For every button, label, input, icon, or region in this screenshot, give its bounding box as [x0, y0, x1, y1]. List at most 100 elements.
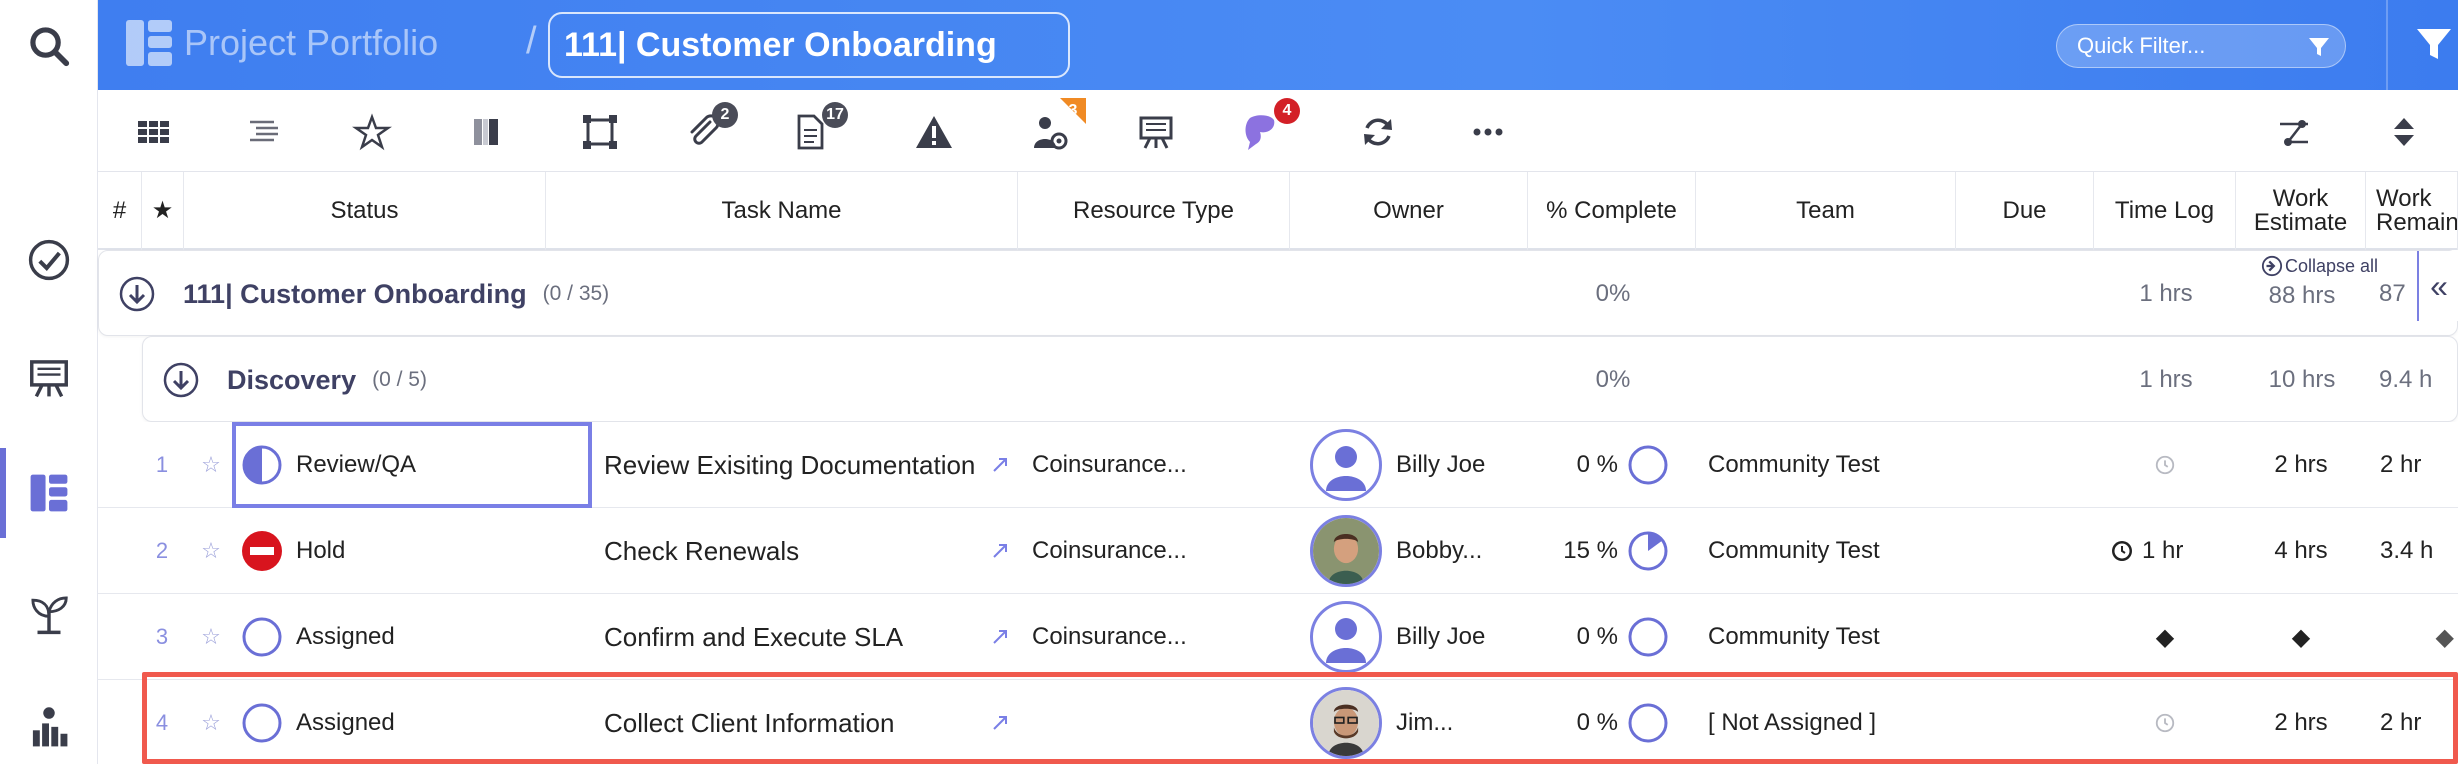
- table-row[interactable]: 3 ☆ Assigned Confirm and Execute SLA Coi…: [98, 594, 2458, 680]
- work-remaining[interactable]: 2 hr: [2366, 422, 2458, 508]
- expand-task-icon[interactable]: [990, 594, 1018, 680]
- group-pct: 0%: [1595, 366, 1631, 393]
- team-name[interactable]: [ Not Assigned ]: [1708, 680, 1956, 764]
- owner-cell[interactable]: Billy Joe: [1310, 594, 1528, 680]
- warning-icon[interactable]: [910, 108, 958, 156]
- time-log-marker[interactable]: ◆: [2094, 594, 2236, 680]
- filter-icon[interactable]: [2414, 24, 2454, 64]
- more-options-icon[interactable]: [1464, 108, 1512, 156]
- work-estimate[interactable]: 2 hrs: [2236, 680, 2366, 764]
- time-log-clock-icon[interactable]: [2094, 422, 2236, 508]
- refresh-icon[interactable]: [1354, 108, 1402, 156]
- status-cell[interactable]: Assigned: [240, 680, 580, 764]
- board-icon[interactable]: [1132, 108, 1180, 156]
- table-row[interactable]: 2 ☆ Hold Check Renewals Coinsurance... B…: [98, 508, 2458, 594]
- attachment-icon[interactable]: 2: [680, 102, 738, 156]
- owner-cell[interactable]: Bobby...: [1310, 508, 1528, 594]
- col-pct-complete[interactable]: % Complete: [1528, 172, 1696, 250]
- col-work-remaining[interactable]: Work Remaining: [2366, 172, 2458, 250]
- assigned-status-icon: [242, 703, 282, 743]
- row-number: 3: [155, 624, 169, 649]
- team-chart-icon[interactable]: [0, 688, 98, 764]
- collapse-panel-button[interactable]: «: [2417, 251, 2458, 321]
- owner-cell[interactable]: Jim...: [1310, 680, 1528, 764]
- expand-toggle-icon[interactable]: [117, 251, 161, 337]
- col-task-name[interactable]: Task Name: [546, 172, 1018, 250]
- documents-icon[interactable]: 17: [786, 102, 848, 156]
- project-title-field[interactable]: 111| Customer Onboarding: [548, 12, 1070, 78]
- work-remaining-marker[interactable]: ◆: [2366, 594, 2458, 680]
- group-work-estimate: 10 hrs: [2268, 366, 2336, 393]
- presentation-board-icon[interactable]: [0, 338, 98, 418]
- portfolio-logo-icon: [124, 18, 174, 68]
- expand-toggle-icon[interactable]: [161, 337, 205, 423]
- col-time-log[interactable]: Time Log: [2094, 172, 2236, 250]
- tasks-check-icon[interactable]: [0, 220, 98, 300]
- work-estimate-marker[interactable]: ◆: [2236, 594, 2366, 680]
- dependency-icon[interactable]: [2270, 108, 2318, 156]
- work-remaining[interactable]: 2 hr: [2366, 680, 2458, 764]
- sprout-icon[interactable]: [0, 574, 98, 654]
- toolbar: 2 17 3 4: [98, 90, 2458, 172]
- task-name[interactable]: Confirm and Execute SLA: [604, 594, 996, 680]
- team-name[interactable]: Community Test: [1708, 422, 1956, 508]
- work-estimate[interactable]: 4 hrs: [2236, 508, 2366, 594]
- time-log-value: 1 hr: [2142, 537, 2184, 564]
- progress-ring: [1628, 617, 1668, 657]
- row-star-icon[interactable]: ☆: [194, 508, 228, 594]
- group-time-log: 1 hrs: [2139, 366, 2193, 393]
- indent-list-icon[interactable]: [240, 108, 288, 156]
- collapse-all-button[interactable]: Collapse all: [2261, 255, 2379, 277]
- quick-filter-placeholder: Quick Filter...: [2077, 33, 2206, 58]
- quick-filter-input[interactable]: Quick Filter...: [2056, 24, 2346, 68]
- resource-type[interactable]: [1032, 680, 1282, 764]
- resource-type[interactable]: Coinsurance...: [1032, 508, 1282, 594]
- project-group-row[interactable]: 111| Customer Onboarding (0 / 35) 0% 1 h…: [98, 250, 2458, 336]
- resource-type[interactable]: Coinsurance...: [1032, 594, 1282, 680]
- col-due[interactable]: Due: [1956, 172, 2094, 250]
- frame-icon[interactable]: [576, 108, 624, 156]
- time-log-cell[interactable]: 1 hr: [2110, 508, 2236, 594]
- task-name[interactable]: Review Exisiting Documentation: [604, 422, 996, 508]
- col-work-estimate[interactable]: Work Estimate: [2236, 172, 2366, 250]
- table-row[interactable]: 1 ☆ Review/QA Review Exisiting Documenta…: [98, 422, 2458, 508]
- table-row[interactable]: 4 ☆ Assigned Collect Client Information …: [98, 680, 2458, 764]
- columns-icon[interactable]: [462, 108, 510, 156]
- conversations-icon[interactable]: 4: [1236, 98, 1300, 156]
- project-portfolio-icon[interactable]: [0, 453, 98, 533]
- status-label: Review/QA: [296, 451, 417, 478]
- expand-task-icon[interactable]: [990, 680, 1018, 764]
- col-status[interactable]: Status: [184, 172, 546, 250]
- discovery-group-row[interactable]: Discovery (0 / 5) 0% 1 hrs 10 hrs 9.4 h: [142, 336, 2458, 422]
- col-team[interactable]: Team: [1696, 172, 1956, 250]
- star-icon[interactable]: [348, 108, 396, 156]
- resource-type[interactable]: Coinsurance...: [1032, 422, 1282, 508]
- col-resource-type[interactable]: Resource Type: [1018, 172, 1290, 250]
- sort-icon[interactable]: [2380, 108, 2428, 156]
- team-name[interactable]: Community Test: [1708, 508, 1956, 594]
- status-cell[interactable]: Assigned: [240, 594, 580, 680]
- expand-task-icon[interactable]: [990, 508, 1018, 594]
- col-num[interactable]: #: [98, 172, 142, 250]
- work-remaining[interactable]: 3.4 h: [2366, 508, 2458, 594]
- grid-view-icon[interactable]: [130, 108, 178, 156]
- expand-task-icon[interactable]: [990, 422, 1018, 508]
- owner-cell[interactable]: Billy Joe: [1310, 422, 1528, 508]
- status-cell[interactable]: Hold: [240, 508, 580, 594]
- task-name[interactable]: Collect Client Information: [604, 680, 996, 764]
- owner-name: Billy Joe: [1396, 451, 1486, 478]
- col-star[interactable]: ★: [142, 172, 184, 250]
- task-name[interactable]: Check Renewals: [604, 508, 996, 594]
- resource-settings-icon[interactable]: 3: [1026, 98, 1086, 156]
- team-name[interactable]: Community Test: [1708, 594, 1956, 680]
- search-icon[interactable]: [0, 6, 98, 86]
- col-owner[interactable]: Owner: [1290, 172, 1528, 250]
- avatar-placeholder: [1310, 601, 1382, 673]
- status-cell[interactable]: Review/QA: [240, 422, 580, 508]
- row-star-icon[interactable]: ☆: [194, 422, 228, 508]
- work-estimate[interactable]: 2 hrs: [2236, 422, 2366, 508]
- time-log-clock-icon[interactable]: [2094, 680, 2236, 764]
- app-title-link[interactable]: Project Portfolio: [184, 22, 438, 64]
- row-star-icon[interactable]: ☆: [194, 680, 228, 764]
- row-star-icon[interactable]: ☆: [194, 594, 228, 680]
